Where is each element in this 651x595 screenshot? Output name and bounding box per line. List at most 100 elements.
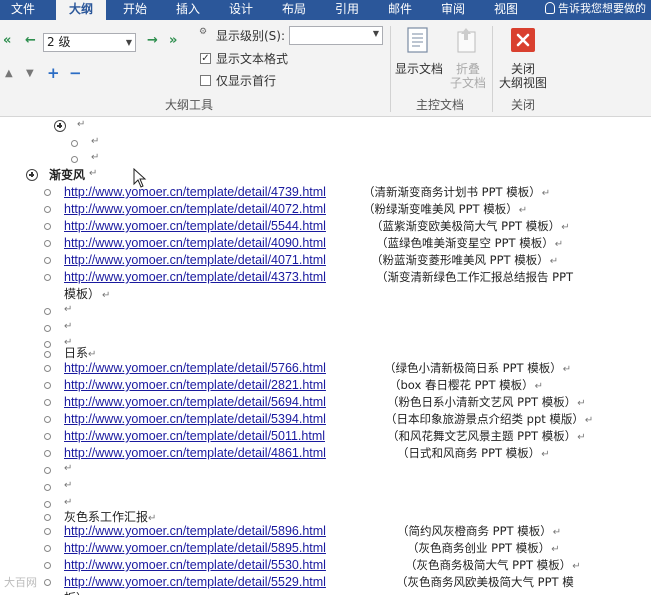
outline-level-value: 2 级 (47, 35, 71, 49)
document-area[interactable]: ↵ ↵ ↵ 渐变风 ↵ http://www.yomoer.cn/templat… (0, 117, 651, 595)
outline-item: ↵ (0, 119, 651, 136)
promote-icon[interactable]: ← (25, 33, 36, 48)
show-text-format-label: 显示文本格式 (216, 52, 289, 66)
tab-layout[interactable]: 布局 (271, 0, 317, 20)
template-link[interactable]: http://www.yomoer.cn/template/detail/407… (64, 202, 326, 217)
list-item: http://www.yomoer.cn/template/detail/589… (0, 524, 651, 541)
tab-references[interactable]: 引用 (324, 0, 370, 20)
template-description: （蓝紫渐变欧美极简大气 PPT 模板） (371, 219, 561, 233)
template-description: （box 春日樱花 PPT 模板） (389, 378, 534, 392)
move-down-icon[interactable]: ▼ (26, 68, 34, 79)
template-description: （粉蓝渐变菱形唯美风 PPT 模板） (371, 253, 549, 267)
watermark-text: 大百网 (4, 576, 37, 589)
list-item-continuation: 模板） ↵ (64, 287, 111, 301)
tell-me-box[interactable]: 告诉我您想要做的 (545, 0, 646, 20)
list-item: http://www.yomoer.cn/template/detail/552… (0, 575, 651, 592)
template-description: （日式和风商务 PPT 模板） (397, 446, 541, 460)
template-link[interactable]: http://www.yomoer.cn/template/detail/552… (64, 575, 326, 590)
demote-to-body-icon[interactable]: » (169, 33, 177, 48)
list-item: http://www.yomoer.cn/template/detail/501… (0, 429, 651, 446)
bullet-icon (44, 514, 51, 521)
template-link[interactable]: http://www.yomoer.cn/template/detail/569… (64, 395, 326, 410)
bullet-icon (44, 223, 51, 230)
paragraph-mark: ↵ (64, 463, 73, 474)
template-link[interactable]: http://www.yomoer.cn/template/detail/486… (64, 446, 326, 461)
paragraph-mark: ↵ (64, 321, 73, 332)
template-link[interactable]: http://www.yomoer.cn/template/detail/589… (64, 541, 326, 556)
paragraph-mark: ↵ (64, 480, 73, 491)
bullet-icon (44, 257, 51, 264)
list-item: http://www.yomoer.cn/template/detail/407… (0, 253, 651, 270)
expand-icon[interactable]: + (47, 64, 60, 82)
outline-item: ↵ (0, 463, 651, 480)
bullet-icon (44, 416, 51, 423)
template-link[interactable]: http://www.yomoer.cn/template/detail/554… (64, 219, 326, 234)
show-text-format-checkbox[interactable]: ✓ (200, 53, 211, 64)
bullet-icon (44, 528, 51, 535)
template-link[interactable]: http://www.yomoer.cn/template/detail/282… (64, 378, 326, 393)
bullet-icon (44, 467, 51, 474)
bullet-icon (44, 325, 51, 332)
list-item: http://www.yomoer.cn/template/detail/554… (0, 219, 651, 236)
template-link[interactable]: http://www.yomoer.cn/template/detail/589… (64, 524, 326, 539)
template-link[interactable]: http://www.yomoer.cn/template/detail/437… (64, 270, 326, 285)
demote-icon[interactable]: → (147, 33, 158, 48)
template-description: （日本印象旅游景点介绍类 ppt 模版） (385, 412, 584, 426)
template-description: （灰色商务风欧美极简大气 PPT 模 (396, 575, 574, 589)
close-outline-view-button[interactable]: 关闭 大纲视图 (496, 62, 550, 90)
template-link[interactable]: http://www.yomoer.cn/template/detail/473… (64, 185, 326, 200)
list-item: http://www.yomoer.cn/template/detail/409… (0, 236, 651, 253)
expand-plus-icon[interactable] (26, 169, 38, 181)
ribbon-tab-bar: 文件 大纲 开始 插入 设计 布局 引用 邮件 审阅 视图 告诉我您想要做的 (0, 0, 651, 20)
show-first-line-checkbox[interactable] (200, 75, 211, 86)
expand-plus-icon[interactable] (54, 120, 66, 132)
promote-to-heading1-icon[interactable]: « (3, 33, 11, 48)
tab-file[interactable]: 文件 (0, 0, 46, 20)
template-description: （蓝绿色唯美渐变星空 PPT 模板） (376, 236, 554, 250)
template-link[interactable]: http://www.yomoer.cn/template/detail/553… (64, 558, 326, 573)
close-icon[interactable] (511, 28, 535, 52)
outline-heading: 日系↵ (0, 343, 651, 360)
template-description: （清新渐变商务计划书 PPT 模板） (363, 185, 541, 199)
tab-outline[interactable]: 大纲 (56, 0, 106, 20)
move-up-icon[interactable]: ▲ (5, 68, 13, 79)
show-level-combo[interactable]: ▼ (289, 26, 383, 45)
show-document-icon[interactable] (405, 26, 431, 54)
list-item: http://www.yomoer.cn/template/detail/282… (0, 378, 651, 395)
chevron-down-icon: ▼ (372, 29, 379, 38)
template-link[interactable]: http://www.yomoer.cn/template/detail/407… (64, 253, 326, 268)
mouse-cursor-icon (133, 168, 147, 188)
bullet-icon (44, 450, 51, 457)
close-group-label: 关闭 (511, 98, 536, 112)
template-link[interactable]: http://www.yomoer.cn/template/detail/501… (64, 429, 325, 444)
outline-heading: 渐变风 ↵ (0, 168, 651, 185)
paragraph-mark: ↵ (64, 304, 73, 315)
tab-review[interactable]: 审阅 (430, 0, 476, 20)
tab-design[interactable]: 设计 (218, 0, 264, 20)
template-description: （和风花舞文艺风景主题 PPT 模板） (387, 429, 577, 443)
outline-heading: 灰色系工作汇报↵ (0, 507, 651, 524)
collapse-subdocuments-icon[interactable] (455, 26, 479, 54)
tab-home[interactable]: 开始 (112, 0, 158, 20)
template-description: （粉色日系小清新文艺风 PPT 模板） (387, 395, 577, 409)
show-first-line-label: 仅显示首行 (216, 74, 277, 88)
bullet-icon (44, 484, 51, 491)
outline-item: ↵ (0, 152, 651, 169)
bullet-icon (71, 156, 78, 163)
bullet-icon (44, 399, 51, 406)
outline-item: ↵ (0, 321, 651, 338)
tab-view[interactable]: 视图 (483, 0, 529, 20)
template-link[interactable]: http://www.yomoer.cn/template/detail/409… (64, 236, 326, 251)
tab-mailings[interactable]: 邮件 (377, 0, 423, 20)
template-link[interactable]: http://www.yomoer.cn/template/detail/539… (64, 412, 326, 427)
template-link[interactable]: http://www.yomoer.cn/template/detail/576… (64, 361, 326, 376)
template-description: （绿色小清新极简日系 PPT 模板） (384, 361, 562, 375)
show-level-label: 显示级别(S): (216, 29, 286, 43)
tab-insert[interactable]: 插入 (165, 0, 211, 20)
list-item: http://www.yomoer.cn/template/detail/486… (0, 446, 651, 463)
template-description: （粉绿渐变唯美风 PPT 模板） (363, 202, 518, 216)
group-separator (390, 26, 391, 112)
collapse-icon[interactable]: − (69, 64, 82, 82)
outline-level-select[interactable]: 2 级 ▼ (43, 33, 136, 52)
wrapped-text: 模板） (64, 287, 101, 301)
